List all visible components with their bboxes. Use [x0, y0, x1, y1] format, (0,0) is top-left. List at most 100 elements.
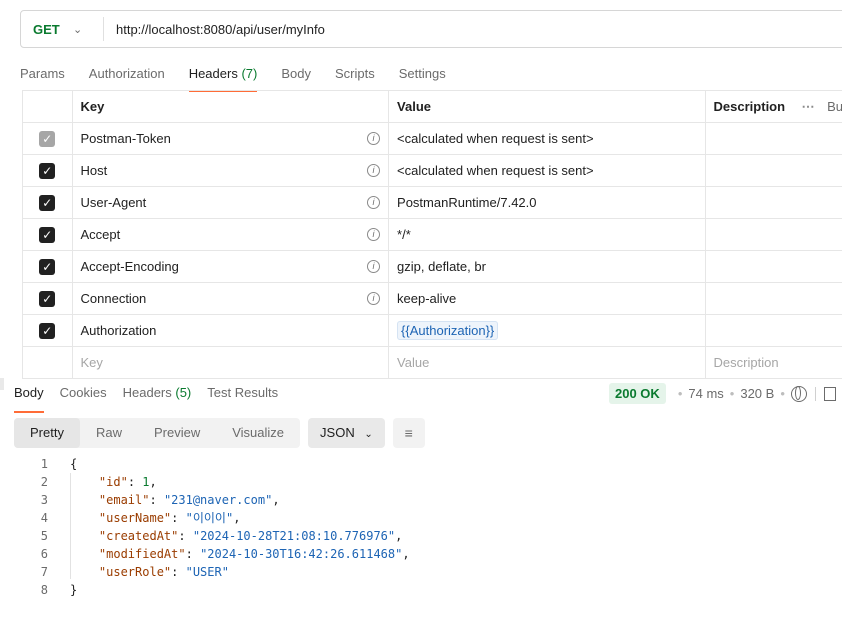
header-value[interactable]: <calculated when request is sent> [397, 131, 594, 146]
code-line: 1{ [14, 455, 410, 473]
description-cell[interactable] [704, 282, 842, 315]
wrap-lines-icon[interactable]: ≡ [392, 418, 425, 448]
description-cell[interactable] [704, 154, 842, 187]
tab-test-results[interactable]: Test Results [207, 381, 278, 409]
tab-label: Headers [122, 385, 172, 400]
header-key[interactable]: Postman-Token [81, 131, 171, 146]
language-select[interactable]: JSON ⌄ [308, 418, 385, 448]
header-enabled-checkbox[interactable]: ✓ [39, 226, 56, 243]
value-placeholder-input[interactable]: Value [388, 346, 706, 379]
more-options-icon[interactable]: ⋯ [801, 99, 815, 114]
tab-label: Cookies [59, 385, 107, 400]
separator-dot: • [729, 386, 735, 401]
tab-settings[interactable]: Settings [399, 60, 446, 90]
tab-label: Body [14, 385, 44, 400]
response-body-editor[interactable]: 1{2 "id": 1,3 "email": "231@naver.com", 4… [14, 455, 410, 599]
code-token: "userRole" [98, 565, 172, 579]
code-line: 7 "userRole": "USER" [14, 563, 410, 581]
response-status: 200 OK • 74 ms • 320 B • [609, 383, 836, 404]
tab-body[interactable]: Body [281, 60, 311, 90]
tab-label: Headers [188, 66, 238, 81]
header-enabled-checkbox[interactable]: ✓ [39, 322, 56, 339]
header-key[interactable]: Host [81, 163, 108, 178]
header-value[interactable]: */* [397, 227, 411, 242]
header-enabled-checkbox[interactable]: ✓ [39, 258, 56, 275]
header-key[interactable]: Accept [81, 227, 121, 242]
tab-params[interactable]: Params [20, 60, 65, 90]
description-placeholder-input[interactable]: Description [704, 346, 842, 379]
status-badge[interactable]: 200 OK [609, 383, 666, 404]
url-bar: GET ⌄ http://localhost:8080/api/user/myI… [20, 10, 842, 48]
value-cell: keep-alive [388, 282, 706, 315]
table-row-placeholder: Key Value Description [22, 346, 842, 379]
info-icon[interactable]: i [367, 164, 381, 177]
row-check-cell: ✓ [22, 154, 73, 187]
header-key[interactable]: Connection [81, 291, 147, 306]
info-icon[interactable]: i [367, 228, 381, 241]
value-cell: gzip, deflate, br [388, 250, 706, 283]
header-key[interactable]: Authorization [81, 323, 157, 338]
chevron-down-icon[interactable]: ⌄ [73, 23, 103, 36]
headers-table: Key Value Description ⋯ Bu ✓ Postman-Toke… [22, 90, 842, 379]
description-cell[interactable] [704, 122, 842, 155]
response-size[interactable]: 320 B [740, 386, 774, 401]
info-icon[interactable]: i [367, 260, 381, 273]
header-value[interactable]: <calculated when request is sent> [397, 163, 594, 178]
url-divider [103, 17, 104, 41]
row-check-cell: ✓ [22, 282, 73, 315]
header-enabled-checkbox[interactable]: ✓ [39, 162, 56, 179]
table-row: ✓ Postman-Token i <calculated when request … [22, 122, 842, 155]
tab-response-cookies[interactable]: Cookies [60, 381, 107, 409]
header-enabled-checkbox[interactable]: ✓ [39, 290, 56, 307]
tab-label: Test Results [207, 385, 279, 400]
variable-token[interactable]: {{Authorization}} [397, 321, 499, 340]
key-cell: Host i [71, 154, 390, 187]
method-select[interactable]: GET [33, 22, 73, 37]
code-token: "USER" [185, 565, 229, 579]
header-value[interactable]: PostmanRuntime/7.42.0 [397, 195, 536, 210]
tab-authorization[interactable]: Authorization [89, 60, 165, 90]
code-token: , [272, 493, 280, 507]
description-cell[interactable] [704, 314, 842, 347]
request-tabs: Params Authorization Headers (7) Body Sc… [20, 60, 470, 92]
info-icon[interactable]: i [367, 132, 381, 145]
header-key[interactable]: Accept-Encoding [81, 259, 179, 274]
table-row: ✓ Authorization {{Authorization}} [22, 314, 842, 347]
bulk-edit-link[interactable]: Bu [827, 99, 842, 114]
raw-button[interactable]: Raw [80, 418, 138, 448]
tab-headers[interactable]: Headers (7) [188, 60, 257, 92]
key-placeholder-input[interactable]: Key [71, 346, 390, 379]
code-token: : [185, 547, 201, 561]
code-token: "id" [98, 475, 128, 489]
separator-dot: • [780, 386, 785, 401]
header-value[interactable]: keep-alive [397, 291, 456, 306]
tab-response-body[interactable]: Body [14, 381, 44, 413]
code-line: 3 "email": "231@naver.com", [14, 491, 410, 509]
info-icon[interactable]: i [367, 196, 381, 209]
description-cell[interactable] [704, 218, 842, 251]
globe-icon[interactable] [790, 385, 807, 402]
tab-label: Authorization [88, 66, 165, 81]
header-enabled-checkbox[interactable]: ✓ [39, 130, 56, 147]
pretty-button[interactable]: Pretty [14, 418, 80, 448]
value-cell: PostmanRuntime/7.42.0 [388, 186, 706, 219]
preview-button[interactable]: Preview [138, 418, 216, 448]
description-cell[interactable] [704, 250, 842, 283]
code-token: : [127, 475, 143, 489]
header-enabled-checkbox[interactable]: ✓ [39, 194, 56, 211]
url-input[interactable]: http://localhost:8080/api/user/myInfo [116, 22, 325, 37]
visualize-button[interactable]: Visualize [216, 418, 300, 448]
placeholder-check-cell [22, 346, 73, 379]
table-row: ✓ Accept-Encoding i gzip, deflate, br [22, 250, 842, 283]
tab-response-headers[interactable]: Headers (5) [123, 381, 192, 409]
description-cell[interactable] [704, 186, 842, 219]
code-token: , [395, 529, 403, 543]
info-icon[interactable]: i [367, 292, 381, 305]
tab-scripts[interactable]: Scripts [335, 60, 375, 90]
response-time[interactable]: 74 ms [688, 386, 723, 401]
save-response-icon[interactable] [823, 386, 836, 401]
header-value[interactable]: gzip, deflate, br [397, 259, 486, 274]
header-key[interactable]: User-Agent [81, 195, 147, 210]
